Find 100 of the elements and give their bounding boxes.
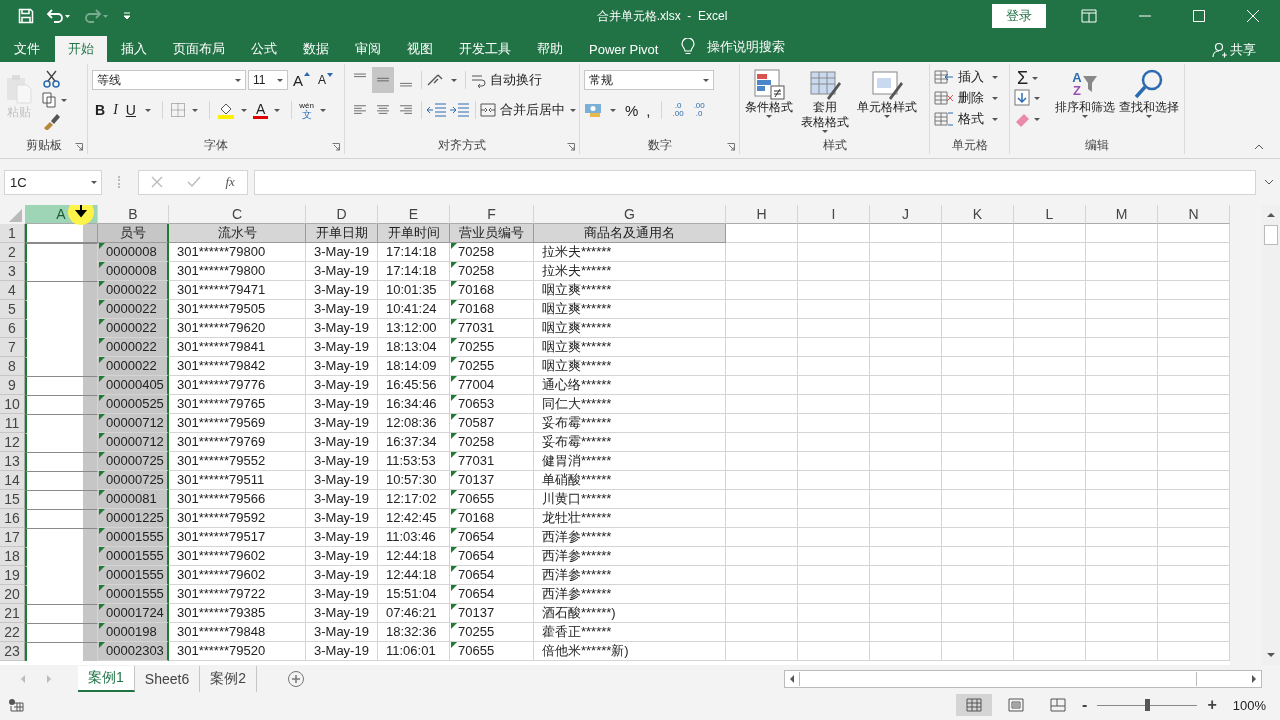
row-header[interactable]: 19 bbox=[0, 566, 25, 585]
currency-icon[interactable] bbox=[584, 102, 604, 118]
ribbon-tab[interactable]: 审阅 bbox=[344, 36, 393, 62]
sheet-tab[interactable]: Sheet6 bbox=[134, 666, 201, 692]
row-header[interactable]: 16 bbox=[0, 509, 25, 528]
font-color-button[interactable]: A bbox=[252, 101, 269, 119]
row-header[interactable]: 8 bbox=[0, 357, 25, 376]
underline-button[interactable]: U bbox=[122, 102, 139, 118]
ribbon-tab[interactable]: 页面布局 bbox=[162, 36, 237, 62]
cut-icon[interactable] bbox=[42, 70, 62, 88]
sheet-tab[interactable]: 案例1 bbox=[78, 666, 135, 692]
increase-decimal-button[interactable]: .0 .00 bbox=[672, 102, 684, 118]
format-painter-icon[interactable] bbox=[42, 112, 62, 130]
font-name-field[interactable]: 等线 bbox=[92, 70, 246, 90]
column-header[interactable]: N bbox=[1158, 205, 1230, 224]
share-button[interactable]: 共享 bbox=[1230, 41, 1256, 59]
increase-indent-icon[interactable] bbox=[449, 101, 471, 119]
scrollbar-thumb[interactable] bbox=[1264, 225, 1278, 245]
maximize-icon[interactable] bbox=[1193, 10, 1205, 22]
decrease-decimal-button[interactable]: .00 .0 bbox=[693, 102, 705, 118]
fill-down-icon[interactable] bbox=[1014, 89, 1042, 107]
row-header[interactable]: 15 bbox=[0, 490, 25, 509]
row-header[interactable]: 12 bbox=[0, 433, 25, 452]
row-header[interactable]: 4 bbox=[0, 281, 25, 300]
row-header[interactable]: 14 bbox=[0, 471, 25, 490]
column-header[interactable]: L bbox=[1014, 205, 1086, 224]
column-header[interactable]: J bbox=[870, 205, 942, 224]
format-cells-button[interactable]: 格式 bbox=[934, 110, 1002, 128]
ribbon-tab[interactable]: 插入 bbox=[110, 36, 159, 62]
italic-button[interactable]: I bbox=[110, 102, 121, 118]
insert-function-button[interactable]: fx bbox=[225, 174, 235, 190]
customize-icon[interactable] bbox=[122, 11, 132, 21]
merge-center-button[interactable]: 合并后居中 bbox=[480, 101, 565, 119]
row-header[interactable]: 3 bbox=[0, 262, 25, 281]
dialog-launcher-icon[interactable] bbox=[567, 143, 575, 151]
dialog-launcher-icon[interactable] bbox=[75, 143, 83, 151]
delete-cells-button[interactable]: 删除 bbox=[934, 89, 1002, 107]
column-header[interactable]: H bbox=[726, 205, 798, 224]
row-header[interactable]: 23 bbox=[0, 642, 25, 661]
row-header[interactable]: 7 bbox=[0, 338, 25, 357]
cell-style-button[interactable]: 单元格样式 bbox=[856, 68, 918, 118]
row-header[interactable]: 13 bbox=[0, 452, 25, 471]
comma-button[interactable]: , bbox=[643, 101, 654, 119]
fill-color-icon[interactable] bbox=[216, 101, 235, 119]
ribbon-tab[interactable]: 开发工具 bbox=[448, 36, 523, 62]
add-sheet-icon[interactable] bbox=[286, 670, 305, 688]
dialog-launcher-icon[interactable] bbox=[727, 143, 735, 151]
ribbon-tab[interactable]: 开始 bbox=[55, 36, 107, 62]
scrollbar-thumb[interactable] bbox=[799, 672, 1197, 686]
ribbon-display-icon[interactable] bbox=[1081, 9, 1097, 23]
ribbon-tab[interactable]: 数据 bbox=[292, 36, 341, 62]
row-header[interactable]: 18 bbox=[0, 547, 25, 566]
number-format-field[interactable]: 常规 bbox=[584, 70, 714, 90]
shrink-font-button[interactable]: A bbox=[315, 73, 337, 87]
undo-icon[interactable] bbox=[46, 8, 72, 24]
copy-icon[interactable] bbox=[42, 92, 70, 108]
table-style-button[interactable]: 套用 表格格式 bbox=[800, 68, 850, 133]
name-box[interactable]: 1C bbox=[4, 169, 102, 195]
sheet-tab[interactable]: 案例2 bbox=[200, 666, 257, 692]
ribbon-tab[interactable]: 公式 bbox=[240, 36, 289, 62]
close-icon[interactable] bbox=[1247, 10, 1259, 22]
font-size-field[interactable]: 11 bbox=[248, 70, 288, 90]
row-header[interactable]: 2 bbox=[0, 243, 25, 262]
border-icon[interactable] bbox=[169, 102, 186, 118]
decrease-indent-icon[interactable] bbox=[426, 101, 448, 119]
phonetic-button[interactable]: wén 文 bbox=[299, 101, 314, 119]
ribbon-tab[interactable]: Power Pivot bbox=[578, 36, 671, 62]
column-header[interactable]: K bbox=[942, 205, 1014, 224]
autosum-button[interactable]: Σ bbox=[1014, 68, 1046, 89]
tell-me-search[interactable]: 操作说明搜索 bbox=[707, 38, 786, 62]
save-icon[interactable] bbox=[18, 8, 34, 24]
row-header[interactable]: 20 bbox=[0, 585, 25, 604]
percent-button[interactable]: % bbox=[622, 101, 642, 119]
find-select-button[interactable]: 查找和选择 bbox=[1118, 68, 1180, 118]
ribbon-tab[interactable]: 帮助 bbox=[526, 36, 575, 62]
zoom-out-button[interactable]: - bbox=[1082, 696, 1088, 714]
conditional-style-button[interactable]: 条件格式 bbox=[744, 68, 794, 118]
macro-record-icon[interactable] bbox=[8, 698, 24, 712]
row-header[interactable]: 22 bbox=[0, 623, 25, 642]
expand-icon[interactable] bbox=[1264, 179, 1274, 185]
bold-button[interactable]: B bbox=[92, 102, 109, 118]
column-header[interactable]: M bbox=[1086, 205, 1158, 224]
formula-input[interactable] bbox=[254, 169, 1256, 195]
grow-font-button[interactable]: A bbox=[290, 71, 313, 89]
row-header[interactable]: 5 bbox=[0, 300, 25, 319]
login-button[interactable]: 登录 bbox=[992, 4, 1046, 28]
row-header[interactable]: 10 bbox=[0, 395, 25, 414]
insert-cells-button[interactable]: 插入 bbox=[934, 68, 1002, 86]
row-header[interactable]: 9 bbox=[0, 376, 25, 395]
row-header[interactable]: 21 bbox=[0, 604, 25, 623]
sort-filter-button[interactable]: A Z 排序和筛选 bbox=[1054, 68, 1116, 118]
normal-view-button[interactable] bbox=[956, 694, 993, 716]
row-header[interactable]: 11 bbox=[0, 414, 25, 433]
zoom-slider-thumb[interactable] bbox=[1145, 699, 1151, 711]
row-header[interactable]: 17 bbox=[0, 528, 25, 547]
row-header[interactable]: 6 bbox=[0, 319, 25, 338]
column-header[interactable]: I bbox=[798, 205, 870, 224]
collapse-ribbon-icon[interactable] bbox=[1254, 144, 1264, 150]
ribbon-tab[interactable]: 视图 bbox=[396, 36, 445, 62]
ribbon-tab[interactable]: 文件 bbox=[3, 36, 52, 62]
